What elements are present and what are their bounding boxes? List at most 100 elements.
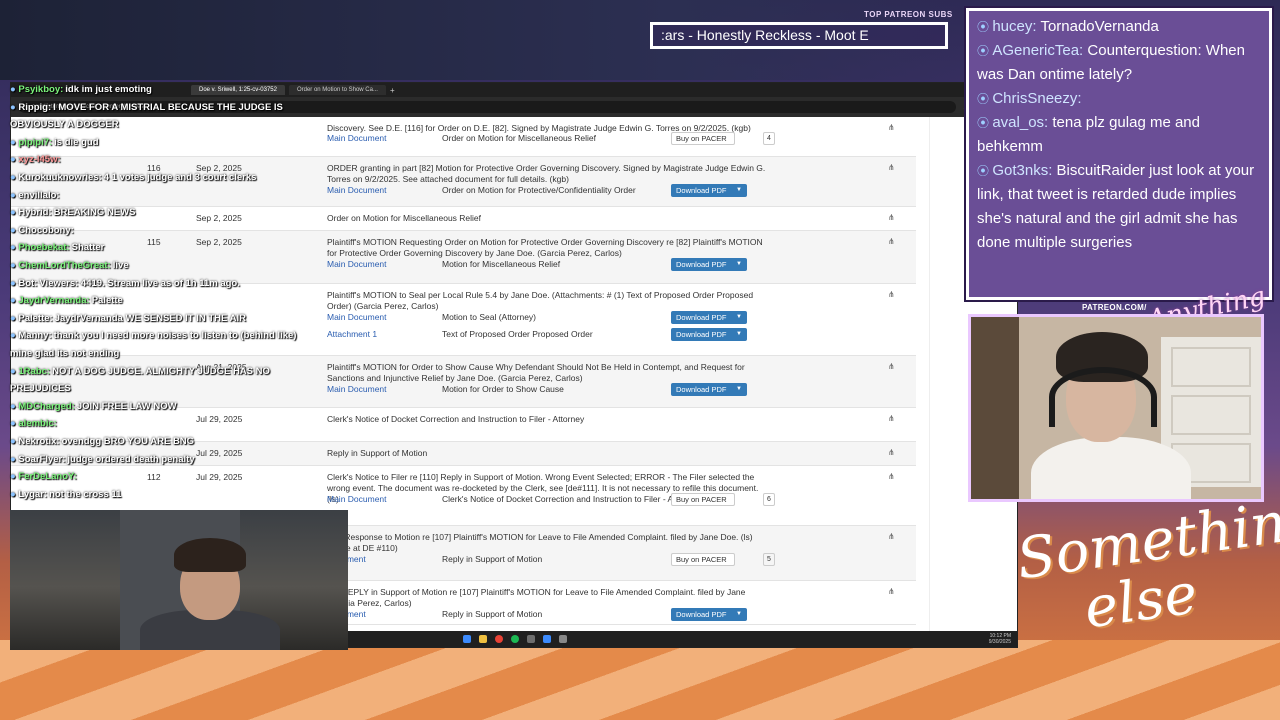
chat-text: BREAKING NEWS	[53, 207, 136, 219]
chat-username: Hybrid:	[18, 207, 52, 219]
headphones	[1049, 367, 1157, 427]
chrome-icon[interactable]	[495, 635, 503, 643]
share-icon[interactable]: ⋔	[888, 362, 895, 371]
download-pdf-button[interactable]: Download PDF ▼	[671, 608, 747, 621]
download-pdf-button[interactable]: Download PDF ▼	[671, 258, 747, 271]
entry-date: Jul 29, 2025	[196, 448, 243, 458]
settings-icon[interactable]	[559, 635, 567, 643]
share-icon[interactable]: ⋔	[888, 532, 895, 541]
chat-message: ● SoarFlyer: judge ordered death penalty	[10, 454, 195, 466]
chat-message: ● JaydrVernanda: Palette	[10, 295, 123, 307]
chat-username: Palette:	[18, 312, 53, 324]
share-icon[interactable]: ⋔	[888, 123, 895, 132]
chat-message: ● 1Rabc: NOT A DOG JUDGE. ALMIGHTY JUDGE …	[10, 366, 270, 378]
chat-username: aval_os:	[992, 114, 1053, 131]
chat-username: Bot:	[18, 277, 38, 289]
chat-text: OBVIOUSLY A DOGGER	[10, 119, 119, 131]
chat-text: Viewers: 4419. Stream live as of 1h 11m …	[39, 277, 240, 289]
chat-message: PREJUDICES	[10, 383, 71, 395]
chat-text: is die gud	[54, 136, 99, 148]
chat-message: ⦿ hucey: TornadoVernanda	[977, 15, 1261, 39]
chat-message: ⦿ aval_os: tena plz gulag me and behkemm	[977, 111, 1261, 159]
chat-message: ⦿ ChrisSneezy:	[977, 87, 1261, 111]
system-clock[interactable]: 10:12 PM 9/30/2025	[989, 633, 1011, 645]
store-icon[interactable]	[543, 635, 551, 643]
now-playing-ticker: :ars - Honestly Reckless - Moot E	[650, 22, 948, 49]
main-document-link[interactable]: Main Document	[327, 259, 387, 269]
chat-username: MDCharged:	[18, 400, 75, 412]
background-stripes	[0, 640, 1280, 720]
chat-message: ● Hybrid: BREAKING NEWS	[10, 207, 135, 219]
share-icon[interactable]: ⋔	[888, 163, 895, 172]
entry-description: Plaintiff's MOTION for Order to Show Cau…	[327, 362, 745, 383]
buy-on-pacer-button[interactable]: Buy on PACER	[671, 132, 735, 145]
chat-username: hucey:	[992, 18, 1041, 35]
chat-username: Phoebekat:	[18, 242, 70, 254]
buy-on-pacer-button[interactable]: Buy on PACER	[671, 553, 735, 566]
page-count-badge: 6	[763, 493, 775, 506]
chat-message: mine glad its not ending	[10, 348, 119, 360]
shelf-drawer	[1171, 347, 1251, 387]
share-icon[interactable]: ⋔	[888, 290, 895, 299]
buy-on-pacer-button[interactable]: Buy on PACER	[671, 493, 735, 506]
chat-text: ovendgg BRO YOU ARE BNG	[61, 436, 195, 447]
entry-number: 112	[147, 472, 161, 482]
share-icon[interactable]: ⋔	[888, 414, 895, 423]
chat-text: live	[112, 260, 129, 271]
patreon-url: PATREON.COM/	[1082, 303, 1147, 312]
explorer-icon[interactable]	[479, 635, 487, 643]
download-pdf-button[interactable]: Download PDF ▼	[671, 383, 747, 396]
share-icon[interactable]: ⋔	[888, 237, 895, 246]
chat-badge-icon: ⦿	[977, 164, 993, 178]
chat-username: Lygar:	[18, 488, 48, 500]
chat-username: Got3nks:	[992, 162, 1057, 179]
main-document-link[interactable]: Main Document	[327, 384, 387, 394]
share-icon[interactable]: ⋔	[888, 448, 895, 457]
chat-text: JaydrVernanda WE SENSED IT IN THE AIR	[54, 312, 246, 324]
share-icon[interactable]: ⋔	[888, 587, 895, 596]
tab-order[interactable]: Order on Motion to Show Ca...	[288, 85, 386, 95]
main-document-link[interactable]: Main Document	[327, 133, 387, 143]
main-document-link[interactable]: Main Document	[327, 185, 387, 195]
new-tab-icon[interactable]: +	[390, 86, 395, 95]
caret-down-icon: ▼	[736, 331, 742, 337]
caret-down-icon: ▼	[736, 314, 742, 320]
tab-bar: Doe v. Sriwell, 1:25-cv-03752 Order on M…	[11, 83, 1017, 97]
chat-message: ● Palette: JaydrVernanda WE SENSED IT IN …	[10, 313, 246, 325]
docket-row: Discovery. See D.E. [116] for Order on D…	[11, 117, 916, 157]
tab-docket[interactable]: Doe v. Sriwell, 1:25-cv-03752	[191, 85, 285, 95]
main-document-link[interactable]: Main Document	[327, 312, 387, 322]
webcam-right	[968, 314, 1264, 502]
chat-message: OBVIOUSLY A DOGGER	[10, 119, 119, 131]
caret-down-icon: ▼	[736, 261, 742, 267]
document-description: Reply in Support of Motion	[442, 554, 543, 564]
chat-username: xyz-l45w:	[18, 154, 61, 166]
entry-description: Reply in Support of Motion	[327, 448, 428, 458]
chat-username: 1Rabc:	[18, 365, 51, 377]
entry-date: Jul 29, 2025	[196, 414, 243, 424]
chat-text: I MOVE FOR A MISTRIAL BECAUSE THE JUDGE …	[53, 101, 283, 113]
share-icon[interactable]: ⋔	[888, 472, 895, 481]
page-count-badge: 4	[763, 132, 775, 145]
chat-message: ● ChemLordTheGreat: live	[10, 260, 129, 272]
start-icon[interactable]	[463, 635, 471, 643]
chat-username: envillalo:	[18, 189, 60, 201]
download-pdf-button[interactable]: Download PDF ▼	[671, 184, 747, 197]
main-document-link[interactable]: Attachment 1	[327, 329, 377, 339]
share-icon[interactable]: ⋔	[888, 213, 895, 222]
chat-username: Kurokuuknowries:	[18, 172, 102, 183]
docket-row: 115 Sep 2, 2025 Plaintiff's MOTION Request…	[11, 231, 916, 284]
main-document-link[interactable]: Main Document	[327, 494, 387, 504]
spotify-icon[interactable]	[511, 635, 519, 643]
patreon-subs-label: TOP PATREON SUBS	[864, 10, 953, 19]
download-pdf-button[interactable]: Download PDF ▼	[671, 311, 747, 324]
chat-badge-icon: ⦿	[977, 92, 993, 106]
webcam-left	[10, 510, 348, 650]
download-pdf-button[interactable]: Download PDF ▼	[671, 328, 747, 341]
document-description: Motion to Seal (Attorney)	[442, 312, 537, 322]
steam-icon[interactable]	[527, 635, 535, 643]
entry-description: ORDER granting in part [82] Motion for P…	[327, 163, 766, 184]
chat-message: ● Phoebekat: Shatter	[10, 242, 104, 254]
document-description: Clerk's Notice of Docket Correction and …	[442, 494, 700, 504]
chat-username: Nekrotix:	[18, 436, 60, 447]
